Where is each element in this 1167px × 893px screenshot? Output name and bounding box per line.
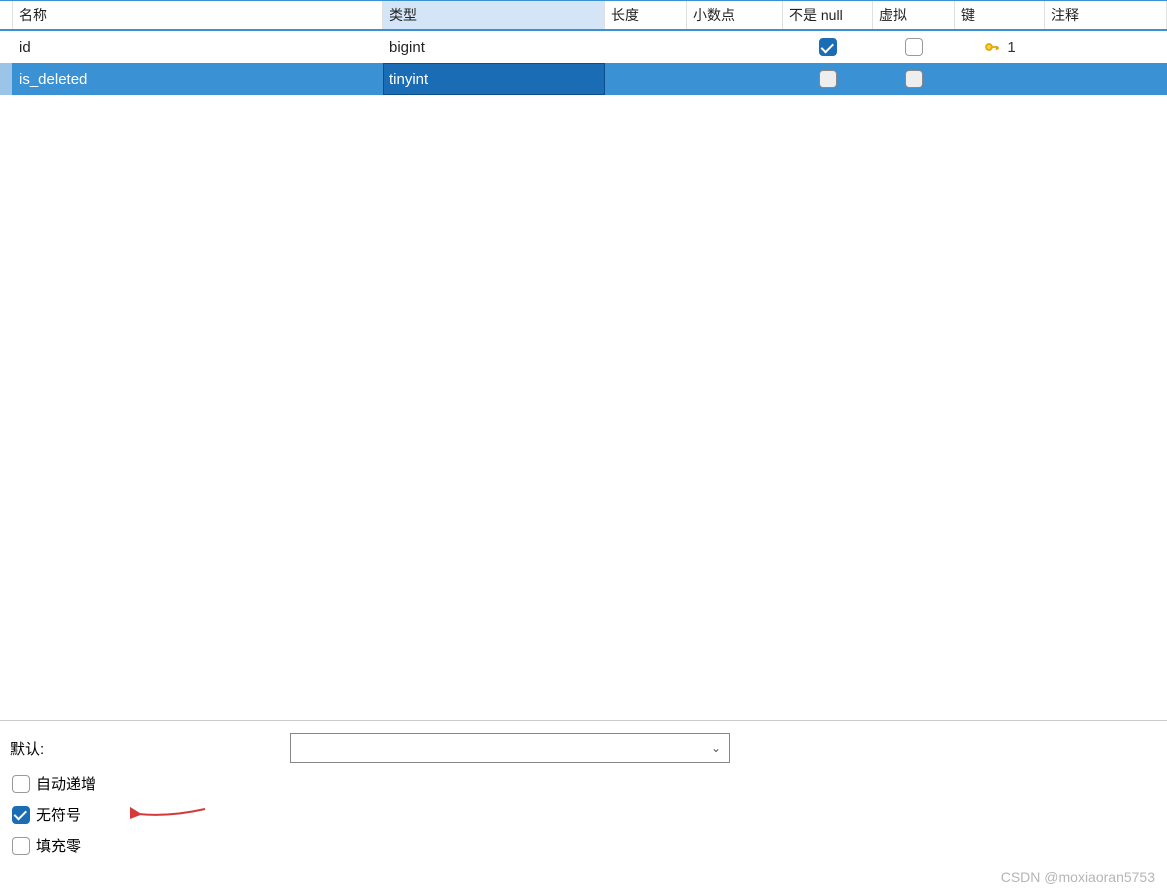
- header-decimal[interactable]: 小数点: [687, 1, 783, 29]
- header-notnull[interactable]: 不是 null: [783, 1, 873, 29]
- unsigned-checkbox[interactable]: [12, 806, 30, 824]
- cell-virtual[interactable]: [873, 63, 955, 95]
- notnull-checkbox[interactable]: [819, 38, 837, 56]
- cell-notnull[interactable]: [783, 31, 873, 63]
- virtual-checkbox[interactable]: [905, 38, 923, 56]
- primary-key-icon: 1: [983, 38, 1015, 56]
- cell-type[interactable]: bigint: [383, 31, 605, 63]
- header-virtual[interactable]: 虚拟: [873, 1, 955, 29]
- default-label: 默认:: [10, 738, 290, 759]
- table-row[interactable]: id bigint 1: [0, 31, 1167, 63]
- default-value-dropdown[interactable]: ⌄: [290, 733, 730, 763]
- field-properties-panel: 默认: ⌄ 自动递增 无符号 填充零: [0, 720, 1167, 893]
- cell-length[interactable]: [605, 63, 687, 95]
- cell-key[interactable]: 1: [955, 31, 1045, 63]
- columns-table: 名称 类型 长度 小数点 不是 null 虚拟 键 注释 id bigint 1: [0, 0, 1167, 720]
- header-type[interactable]: 类型: [383, 1, 605, 29]
- cell-decimal[interactable]: [687, 63, 783, 95]
- auto-increment-checkbox[interactable]: [12, 775, 30, 793]
- unsigned-label: 无符号: [36, 804, 81, 825]
- header-length[interactable]: 长度: [605, 1, 687, 29]
- header-name[interactable]: 名称: [13, 1, 383, 29]
- key-number: 1: [1007, 39, 1015, 56]
- zerofill-label: 填充零: [36, 835, 81, 856]
- cell-decimal[interactable]: [687, 31, 783, 63]
- cell-comment[interactable]: [1045, 31, 1167, 63]
- watermark: CSDN @moxiaoran5753: [1001, 869, 1155, 885]
- cell-comment[interactable]: [1045, 63, 1167, 95]
- table-header-row: 名称 类型 长度 小数点 不是 null 虚拟 键 注释: [0, 1, 1167, 31]
- row-gutter: [0, 31, 13, 63]
- row-gutter: [0, 63, 13, 95]
- cell-length[interactable]: [605, 31, 687, 63]
- cell-notnull[interactable]: [783, 63, 873, 95]
- auto-increment-label: 自动递增: [36, 773, 96, 794]
- header-key[interactable]: 键: [955, 1, 1045, 29]
- cell-name[interactable]: id: [13, 31, 383, 63]
- cell-virtual[interactable]: [873, 31, 955, 63]
- table-row[interactable]: is_deleted tinyint: [0, 63, 1167, 95]
- header-gutter: [0, 1, 13, 29]
- chevron-down-icon: ⌄: [711, 741, 721, 755]
- zerofill-checkbox[interactable]: [12, 837, 30, 855]
- header-comment[interactable]: 注释: [1045, 1, 1167, 29]
- cell-key[interactable]: [955, 63, 1045, 95]
- notnull-checkbox[interactable]: [819, 70, 837, 88]
- cell-name[interactable]: is_deleted: [13, 63, 383, 95]
- virtual-checkbox[interactable]: [905, 70, 923, 88]
- annotation-arrow-icon: [130, 802, 210, 826]
- cell-type[interactable]: tinyint: [383, 63, 605, 95]
